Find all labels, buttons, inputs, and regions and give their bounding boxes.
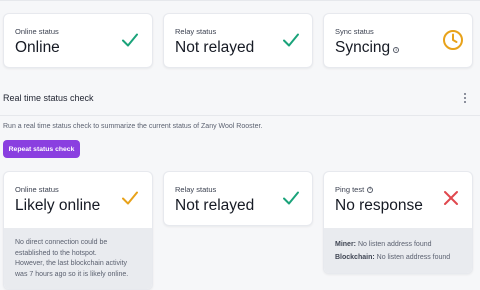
ping-test-card: Ping test i No response Miner: No listen… bbox=[323, 171, 473, 274]
online-check-note-line-2: However, the last blockchain activity wa… bbox=[15, 260, 129, 278]
relay-check-label: Relay status bbox=[175, 185, 217, 194]
online-check-note: No direct connection could be establishe… bbox=[4, 228, 152, 289]
online-status-value: Online bbox=[15, 39, 60, 56]
info-icon[interactable]: i bbox=[367, 186, 374, 193]
section-divider bbox=[0, 115, 480, 116]
x-icon bbox=[444, 191, 458, 205]
online-status-card: Online status Online bbox=[3, 13, 153, 68]
sync-status-value: Syncing i bbox=[335, 39, 400, 57]
check-icon bbox=[122, 33, 138, 47]
ping-test-value: No response bbox=[335, 197, 423, 214]
sync-status-label: Sync status bbox=[335, 27, 374, 36]
relay-status-card: Relay status Not relayed bbox=[163, 13, 313, 68]
online-check-card: Online status Likely online No direct co… bbox=[3, 171, 153, 290]
section-description: Run a real time status check to summariz… bbox=[3, 123, 263, 130]
sync-status-text: Syncing bbox=[335, 39, 391, 56]
miner-key: Miner: bbox=[335, 241, 356, 248]
online-status-label: Online status bbox=[15, 27, 59, 36]
miner-row: Miner: No listen address found bbox=[335, 240, 461, 251]
blockchain-key: Blockchain: bbox=[335, 253, 375, 261]
ping-test-label-text: Ping test bbox=[335, 185, 365, 194]
sync-status-card: Sync status Syncing i bbox=[323, 13, 473, 68]
online-check-value: Likely online bbox=[15, 197, 101, 214]
relay-check-card: Relay status Not relayed bbox=[163, 171, 313, 226]
blockchain-row: Blockchain: No listen address found bbox=[335, 253, 461, 264]
top-divider bbox=[0, 0, 480, 1]
relay-status-label: Relay status bbox=[175, 27, 217, 36]
section-title: Real time status check bbox=[3, 93, 94, 103]
ping-test-label: Ping test i bbox=[335, 185, 374, 194]
info-icon[interactable]: i bbox=[393, 47, 400, 53]
check-icon bbox=[122, 191, 138, 205]
miner-value: No listen address found bbox=[357, 241, 432, 248]
repeat-status-check-button[interactable]: Repeat status check bbox=[3, 140, 80, 158]
more-options-icon[interactable] bbox=[463, 93, 467, 103]
online-check-label: Online status bbox=[15, 185, 59, 194]
blockchain-value: No listen address found bbox=[376, 253, 451, 261]
relay-status-value: Not relayed bbox=[175, 39, 255, 56]
relay-check-value: Not relayed bbox=[175, 197, 255, 214]
clock-icon bbox=[443, 30, 463, 50]
ping-test-note: Miner: No listen address found Blockchai… bbox=[324, 228, 472, 273]
online-check-note-line-1: No direct connection could be establishe… bbox=[15, 239, 108, 257]
check-icon bbox=[283, 191, 299, 205]
check-icon bbox=[283, 33, 299, 47]
